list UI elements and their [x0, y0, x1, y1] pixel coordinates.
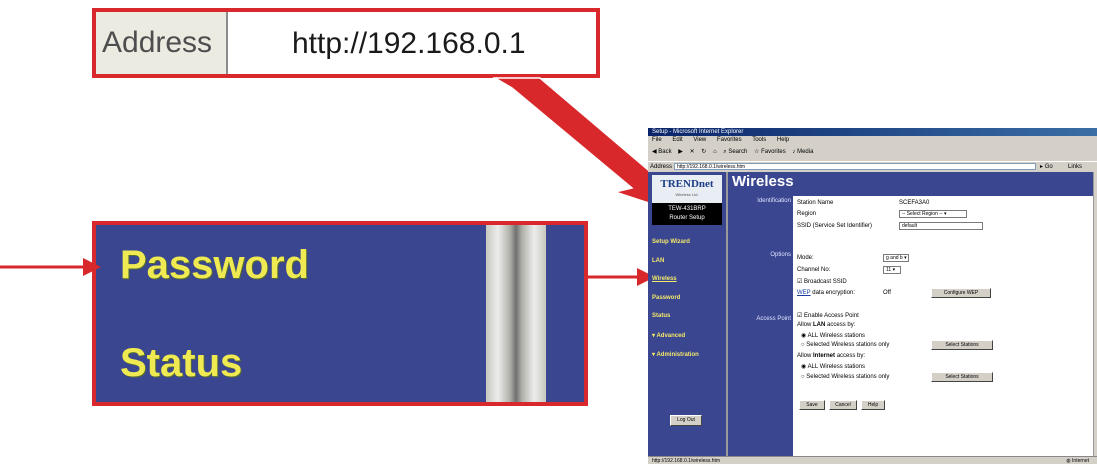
menu-favorites[interactable]: Favorites: [717, 137, 742, 143]
mode-select[interactable]: g and b ▾: [883, 254, 909, 262]
lan-select-stations-button[interactable]: Select Stations: [931, 340, 993, 350]
nav-administration[interactable]: ▾ Administration: [652, 351, 699, 358]
enable-access-point-checkbox[interactable]: ☑ Enable Access Point: [797, 312, 859, 319]
nav-wireless[interactable]: Wireless: [652, 276, 677, 282]
section-options: Options: [770, 252, 791, 258]
nav-advanced[interactable]: ▾ Advanced: [652, 332, 685, 339]
page-title: Wireless: [732, 173, 794, 190]
links-button[interactable]: Links: [1068, 163, 1082, 171]
menu-edit[interactable]: Edit: [672, 137, 682, 143]
region-select[interactable]: -- Select Region -- ▾: [899, 210, 967, 218]
browser-toolbar: ◀ Back ▶ ✕ ↻ ⌂ ⌕ Search ☆ Favorites ♪ Me…: [648, 144, 1097, 160]
logo-text: TRENDnet: [660, 178, 714, 190]
logo-subtext: Wireless Ltd.: [675, 192, 699, 197]
section-access-point: Access Point: [756, 316, 791, 322]
model-name: TEW-431BRP: [668, 206, 706, 212]
channel-select[interactable]: 11 ▾: [883, 266, 901, 274]
search-button[interactable]: ⌕ Search: [723, 144, 747, 160]
router-page: TRENDnet Wireless Ltd. TEW-431BRP Router…: [648, 172, 1093, 456]
nav-status[interactable]: Status: [652, 313, 670, 319]
status-url: http://192.168.0.1/wireless.htm: [652, 458, 721, 464]
menu-help[interactable]: Help: [777, 137, 789, 143]
menu-file[interactable]: File: [652, 137, 662, 143]
refresh-icon[interactable]: ↻: [701, 144, 706, 160]
nav-setup-wizard[interactable]: Setup Wizard: [652, 239, 690, 245]
lan-all-radio[interactable]: ◉ ALL Wireless stations: [801, 332, 865, 339]
section-identification: Identification: [757, 198, 791, 204]
router-content: Wireless Identification Options Access P…: [728, 172, 1093, 456]
menu-view[interactable]: View: [693, 137, 706, 143]
mode-label: Mode:: [797, 255, 814, 261]
browser-menu-bar: File Edit View Favorites Tools Help: [648, 136, 1097, 144]
wireless-form: Identification Options Access Point Stat…: [756, 196, 1093, 456]
home-icon[interactable]: ⌂: [713, 144, 717, 160]
configure-wep-button[interactable]: Configure WEP: [931, 288, 991, 298]
model-box: TEW-431BRP Router Setup: [652, 203, 722, 225]
logo: TRENDnet Wireless Ltd.: [652, 175, 722, 203]
favorites-button[interactable]: ☆ Favorites: [754, 144, 786, 160]
forward-icon[interactable]: ▶: [678, 144, 683, 160]
wep-link[interactable]: WEP: [797, 290, 811, 296]
browser-title-bar: Setup - Microsoft Internet Explorer: [648, 128, 1097, 136]
browser-status-bar: http://192.168.0.1/wireless.htm ◍ Intern…: [648, 456, 1097, 464]
wep-row: WEP data encryption:: [797, 290, 855, 296]
nav-lan[interactable]: LAN: [652, 258, 664, 264]
lan-selected-radio[interactable]: ○ Selected Wireless stations only: [801, 342, 889, 348]
page-scrollbar[interactable]: [1093, 172, 1097, 456]
status-zone: ◍ Internet: [1066, 458, 1089, 464]
ssid-label: SSID (Service Set Identifier): [797, 223, 873, 229]
address-input[interactable]: http://192.168.0.1/wireless.htm: [674, 163, 1036, 170]
channel-label: Channel No:: [797, 267, 831, 273]
nav-password[interactable]: Password: [652, 295, 680, 301]
browser-window: Setup - Microsoft Internet Explorer File…: [648, 128, 1097, 464]
stop-icon[interactable]: ✕: [690, 144, 695, 160]
region-label: Region: [797, 211, 817, 217]
allow-lan-label: Allow LAN access by:: [797, 322, 856, 328]
model-subtitle: Router Setup: [669, 215, 705, 221]
back-button[interactable]: ◀ Back: [652, 144, 672, 160]
router-sidebar: TRENDnet Wireless Ltd. TEW-431BRP Router…: [648, 172, 728, 456]
ssid-input[interactable]: default: [899, 222, 983, 230]
browser-address-bar: Address http://192.168.0.1/wireless.htm …: [648, 161, 1097, 172]
internet-all-radio[interactable]: ◉ ALL Wireless stations: [801, 363, 865, 370]
go-button[interactable]: ▸ Go: [1040, 163, 1053, 171]
allow-internet-label: Allow Internet access by:: [797, 353, 866, 359]
wep-value: Off: [883, 290, 891, 296]
internet-selected-radio[interactable]: ○ Selected Wireless stations only: [801, 374, 889, 380]
help-button[interactable]: Help: [861, 400, 885, 410]
logout-button[interactable]: Log Out: [670, 415, 702, 426]
media-button[interactable]: ♪ Media: [792, 144, 813, 160]
address-label: Address: [650, 164, 673, 170]
station-name-label: Station Name: [797, 200, 834, 206]
internet-select-stations-button[interactable]: Select Stations: [931, 372, 993, 382]
menu-tools[interactable]: Tools: [752, 137, 766, 143]
broadcast-ssid-checkbox[interactable]: ☑ Broadcast SSID: [797, 278, 847, 285]
cancel-button[interactable]: Cancel: [829, 400, 857, 410]
station-name-value: SCEFA3A0: [899, 200, 930, 206]
save-button[interactable]: Save: [799, 400, 825, 410]
